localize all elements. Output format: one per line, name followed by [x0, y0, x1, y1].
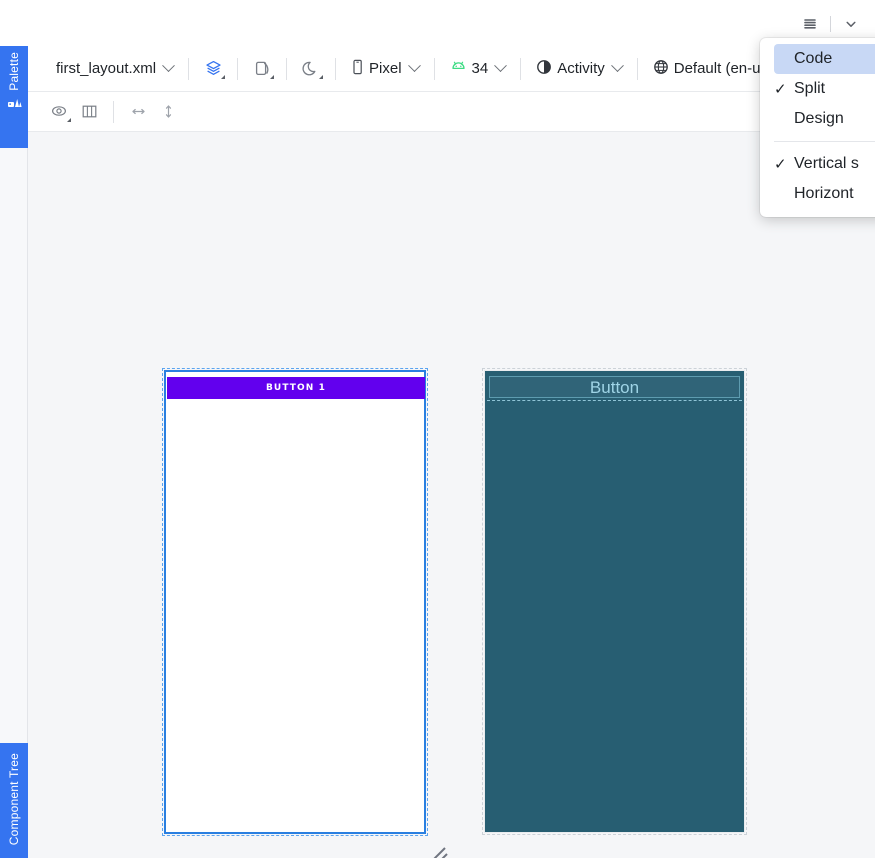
menu-item-split[interactable]: ✓ Split: [760, 74, 875, 104]
blueprint-button-1[interactable]: Button: [489, 376, 740, 398]
toolbar-separator: [237, 57, 239, 80]
list-lines-icon[interactable]: [796, 13, 824, 35]
left-tool-rail: Palette Component Tree: [0, 46, 28, 858]
dropdown-corner-triangle-icon: [319, 74, 324, 79]
theme-contrast-icon: [536, 59, 552, 79]
blueprint-preview[interactable]: Button: [482, 368, 747, 835]
globe-icon: [653, 59, 669, 79]
design-surface-button[interactable]: [198, 55, 228, 83]
api-level-label: 34: [471, 60, 489, 77]
menu-item-horizontal-split-label: Horizont: [794, 185, 854, 202]
design-preview[interactable]: BUTTON 1: [162, 368, 428, 836]
panel-columns-button[interactable]: [74, 98, 104, 126]
menu-item-code-label: Code: [794, 50, 833, 67]
theme-selector[interactable]: Activity: [530, 56, 628, 82]
sidebar-tab-palette[interactable]: Palette: [0, 46, 28, 148]
top-strip: [0, 0, 875, 46]
vertical-arrow-button[interactable]: [153, 98, 183, 126]
device-selector-label: Pixel: [369, 60, 402, 77]
phone-icon: [351, 59, 364, 79]
chevron-down-icon: [407, 59, 421, 73]
palette-icon: [7, 95, 22, 114]
menu-item-design[interactable]: Design: [760, 104, 875, 134]
device-selector[interactable]: Pixel: [345, 56, 425, 82]
view-options-button[interactable]: [44, 98, 74, 126]
preview-button-1[interactable]: BUTTON 1: [167, 377, 425, 399]
menu-item-code[interactable]: Code: [774, 44, 875, 74]
design-toolbar: first_layout.xml Pixel 34 Activity Defau…: [28, 46, 875, 92]
dropdown-corner-triangle-icon: [221, 74, 226, 79]
menu-item-vertical-split[interactable]: ✓ Vertical s: [760, 149, 875, 179]
toolbar-separator: [286, 57, 288, 80]
editor-panel: first_layout.xml Pixel 34 Activity Defau…: [28, 46, 875, 858]
menu-item-horizontal-split[interactable]: Horizont: [760, 179, 875, 209]
check-icon: ✓: [774, 81, 787, 98]
sidebar-tab-palette-label: Palette: [7, 52, 21, 91]
toolbar-separator: [636, 57, 638, 80]
chevron-down-icon: [162, 59, 175, 73]
dropdown-corner-triangle-icon: [270, 74, 275, 79]
resize-diagonal-handle-icon[interactable]: [428, 842, 454, 858]
top-right-tools: [796, 13, 865, 35]
toolbar-separator: [113, 100, 114, 123]
menu-item-design-label: Design: [794, 110, 844, 127]
menu-item-split-label: Split: [794, 80, 826, 97]
menu-separator: [774, 141, 875, 142]
night-mode-button[interactable]: [296, 55, 326, 83]
menu-item-vertical-split-label: Vertical s: [794, 155, 859, 172]
theme-selector-label: Activity: [557, 60, 605, 77]
chevron-down-icon[interactable]: [837, 13, 865, 35]
dropdown-corner-triangle-icon: [67, 117, 71, 122]
blueprint-button-1-label: Button: [589, 377, 640, 397]
toolbar-separator: [335, 57, 337, 80]
toolbar-separator: [830, 16, 831, 32]
check-icon: ✓: [774, 156, 787, 173]
chevron-down-icon: [610, 59, 624, 73]
sidebar-tab-component-tree-label: Component Tree: [7, 753, 21, 846]
locale-selector[interactable]: Default (en-u: [647, 56, 767, 82]
android-studio-layout-editor: Palette Component Tree first_layout.xml: [0, 0, 875, 858]
editor-mode-menu[interactable]: Code ✓ Split Design ✓ Vertical s Horizon…: [760, 38, 875, 217]
api-level-selector[interactable]: 34: [444, 57, 512, 80]
toolbar-separator: [520, 57, 522, 80]
design-canvas[interactable]: BUTTON 1 Button: [28, 132, 875, 858]
file-selector[interactable]: first_layout.xml: [50, 57, 179, 80]
chevron-down-icon: [494, 59, 508, 73]
file-selector-label: first_layout.xml: [56, 60, 157, 77]
toolbar-separator: [433, 57, 435, 80]
locale-selector-label: Default (en-u: [673, 60, 761, 77]
sidebar-tab-component-tree[interactable]: Component Tree: [0, 743, 28, 858]
toolbar-separator: [188, 57, 190, 80]
blueprint-divider: [487, 400, 742, 401]
orientation-button[interactable]: [247, 55, 277, 83]
horizontal-arrow-button[interactable]: [123, 98, 153, 126]
android-robot-icon: [450, 60, 467, 77]
design-toolbar-secondary: [28, 92, 875, 132]
